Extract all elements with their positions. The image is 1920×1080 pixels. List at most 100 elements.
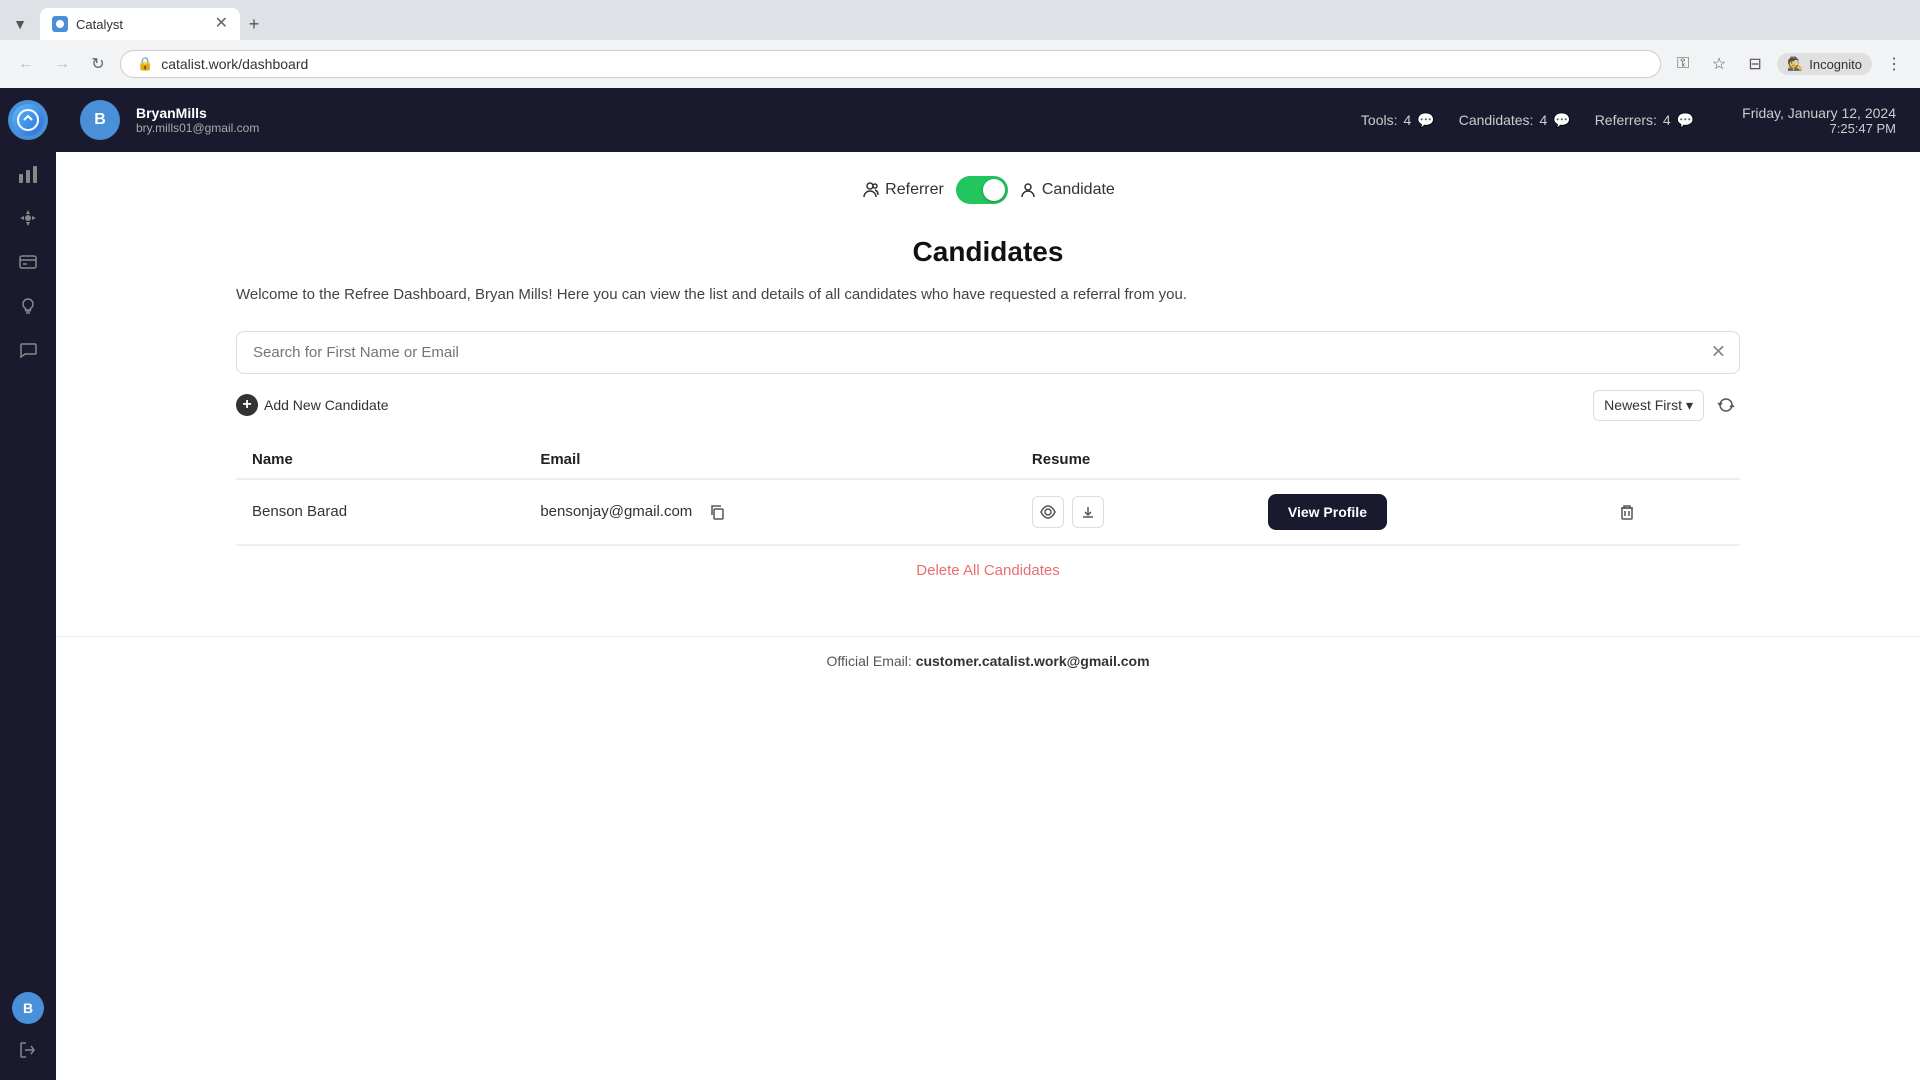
sidebar-item-tools[interactable] <box>10 200 46 236</box>
tab-favicon <box>52 16 68 32</box>
search-input[interactable] <box>236 331 1740 374</box>
referrers-label: Referrers: <box>1595 112 1657 128</box>
browser-nav-bar: ← → ↻ 🔒 catalist.work/dashboard ⚿ ☆ ⊟ 🕵 … <box>0 40 1920 88</box>
candidates-count: 4 <box>1539 112 1547 128</box>
logo-inner <box>12 104 44 136</box>
header-stats: Tools: 4 💬 Candidates: 4 💬 Referrers: 4 … <box>1361 112 1694 129</box>
sort-section: Newest First ▾ <box>1593 390 1740 421</box>
tab-list-button[interactable]: ▼ <box>13 16 27 32</box>
header-avatar-initial: B <box>94 111 106 129</box>
referrer-label: Referrer <box>861 181 944 199</box>
incognito-text: Incognito <box>1809 57 1862 72</box>
candidates-icon: 💬 <box>1553 112 1570 129</box>
footer-email: customer.catalist.work@gmail.com <box>916 653 1150 669</box>
header-time: 7:25:47 PM <box>1742 121 1896 136</box>
download-resume-button[interactable] <box>1072 496 1104 528</box>
toolbar-row: + Add New Candidate Newest First ▾ <box>236 390 1740 421</box>
tab-title: Catalyst <box>76 17 207 32</box>
sort-refresh-button[interactable] <box>1712 391 1740 419</box>
delete-cell <box>1595 479 1740 545</box>
app-container: B B BryanMills bry.mills01@gmail.com Too… <box>0 88 1920 1080</box>
table-header: Name Email Resume <box>236 441 1740 479</box>
extensions-icon[interactable]: ⚿ <box>1669 50 1697 78</box>
sidebar: B <box>0 88 56 1080</box>
tools-label: Tools: <box>1361 112 1398 128</box>
view-mode-toggle[interactable] <box>956 176 1008 204</box>
tools-count: 4 <box>1404 112 1412 128</box>
candidates-stat: Candidates: 4 💬 <box>1459 112 1571 129</box>
copy-email-button[interactable] <box>709 503 725 520</box>
candidate-name: Benson Barad <box>236 479 524 545</box>
search-clear-button[interactable]: ✕ <box>1711 342 1726 363</box>
back-button[interactable]: ← <box>12 50 40 78</box>
candidate-label: Candidate <box>1020 181 1115 199</box>
candidates-label: Candidates: <box>1459 112 1534 128</box>
referrers-count: 4 <box>1663 112 1671 128</box>
add-candidate-icon: + <box>236 394 258 416</box>
view-profile-button[interactable]: View Profile <box>1268 494 1387 530</box>
referrers-stat: Referrers: 4 💬 <box>1595 112 1694 129</box>
add-candidate-button[interactable]: + Add New Candidate <box>236 394 389 416</box>
delete-candidate-button[interactable] <box>1611 496 1643 528</box>
toggle-knob <box>983 179 1005 201</box>
welcome-text: Welcome to the Refree Dashboard, Bryan M… <box>236 284 1740 307</box>
user-name: BryanMills <box>136 105 259 121</box>
user-info: BryanMills bry.mills01@gmail.com <box>136 105 259 135</box>
user-avatar-sidebar[interactable]: B <box>12 992 44 1024</box>
tools-stat: Tools: 4 💬 <box>1361 112 1435 129</box>
sort-dropdown[interactable]: Newest First ▾ <box>1593 390 1704 421</box>
address-bar[interactable]: 🔒 catalist.work/dashboard <box>120 50 1661 78</box>
referrers-icon: 💬 <box>1677 112 1694 129</box>
header-avatar: B <box>80 100 120 140</box>
forward-button[interactable]: → <box>48 50 76 78</box>
top-header: B BryanMills bry.mills01@gmail.com Tools… <box>56 88 1920 152</box>
split-view-icon[interactable]: ⊟ <box>1741 50 1769 78</box>
page-footer: Official Email: customer.catalist.work@g… <box>56 636 1920 685</box>
new-tab-button[interactable]: + <box>240 10 268 38</box>
candidates-table: Name Email Resume Benson Barad bensonjay… <box>236 441 1740 545</box>
table-row: Benson Barad bensonjay@gmail.com <box>236 479 1740 545</box>
browser-right-icons: ⚿ ☆ ⊟ 🕵 Incognito ⋮ <box>1669 50 1908 78</box>
logout-button[interactable] <box>10 1032 46 1068</box>
col-resume: Resume <box>1016 441 1252 479</box>
chevron-down-icon: ▾ <box>1686 397 1693 414</box>
incognito-indicator: 🕵 Incognito <box>1777 53 1872 75</box>
col-email: Email <box>524 441 1016 479</box>
col-delete <box>1595 441 1740 479</box>
sidebar-logo <box>8 100 48 140</box>
tab-close-button[interactable]: ✕ <box>215 16 228 32</box>
header-date: Friday, January 12, 2024 <box>1742 105 1896 121</box>
view-toggle-section: Referrer Candidate <box>236 176 1740 204</box>
page-body: Referrer Candidate Candidates Welcome to… <box>56 152 1920 620</box>
active-tab[interactable]: Catalyst ✕ <box>40 8 240 40</box>
main-content: B BryanMills bry.mills01@gmail.com Tools… <box>56 88 1920 1080</box>
delete-all-row: Delete All Candidates <box>236 545 1740 596</box>
sort-label: Newest First <box>1604 397 1682 413</box>
candidate-email: bensonjay@gmail.com <box>524 479 1016 545</box>
resume-actions <box>1032 496 1236 528</box>
sidebar-item-cards[interactable] <box>10 244 46 280</box>
view-profile-cell: View Profile <box>1252 479 1595 545</box>
sidebar-item-ideas[interactable] <box>10 288 46 324</box>
refresh-button[interactable]: ↻ <box>84 50 112 78</box>
sidebar-item-messages[interactable] <box>10 332 46 368</box>
user-email: bry.mills01@gmail.com <box>136 121 259 135</box>
avatar-initial: B <box>23 1000 33 1016</box>
search-container: ✕ <box>236 331 1740 374</box>
browser-tab-bar: ▼ Catalyst ✕ + <box>0 0 1920 40</box>
incognito-icon: 🕵 <box>1787 56 1803 72</box>
browser-chrome: ▼ Catalyst ✕ + ← → ↻ 🔒 catalist.work/das… <box>0 0 1920 88</box>
bookmark-icon[interactable]: ☆ <box>1705 50 1733 78</box>
menu-button[interactable]: ⋮ <box>1880 50 1908 78</box>
url-text: catalist.work/dashboard <box>161 56 1644 72</box>
add-candidate-label: Add New Candidate <box>264 397 389 413</box>
footer-label: Official Email: <box>826 653 911 669</box>
view-resume-button[interactable] <box>1032 496 1064 528</box>
col-name: Name <box>236 441 524 479</box>
delete-all-button[interactable]: Delete All Candidates <box>916 562 1059 579</box>
lock-icon: 🔒 <box>137 56 153 72</box>
sidebar-item-analytics[interactable] <box>10 156 46 192</box>
resume-cell <box>1016 479 1252 545</box>
header-datetime: Friday, January 12, 2024 7:25:47 PM <box>1742 105 1896 136</box>
page-title: Candidates <box>236 236 1740 268</box>
